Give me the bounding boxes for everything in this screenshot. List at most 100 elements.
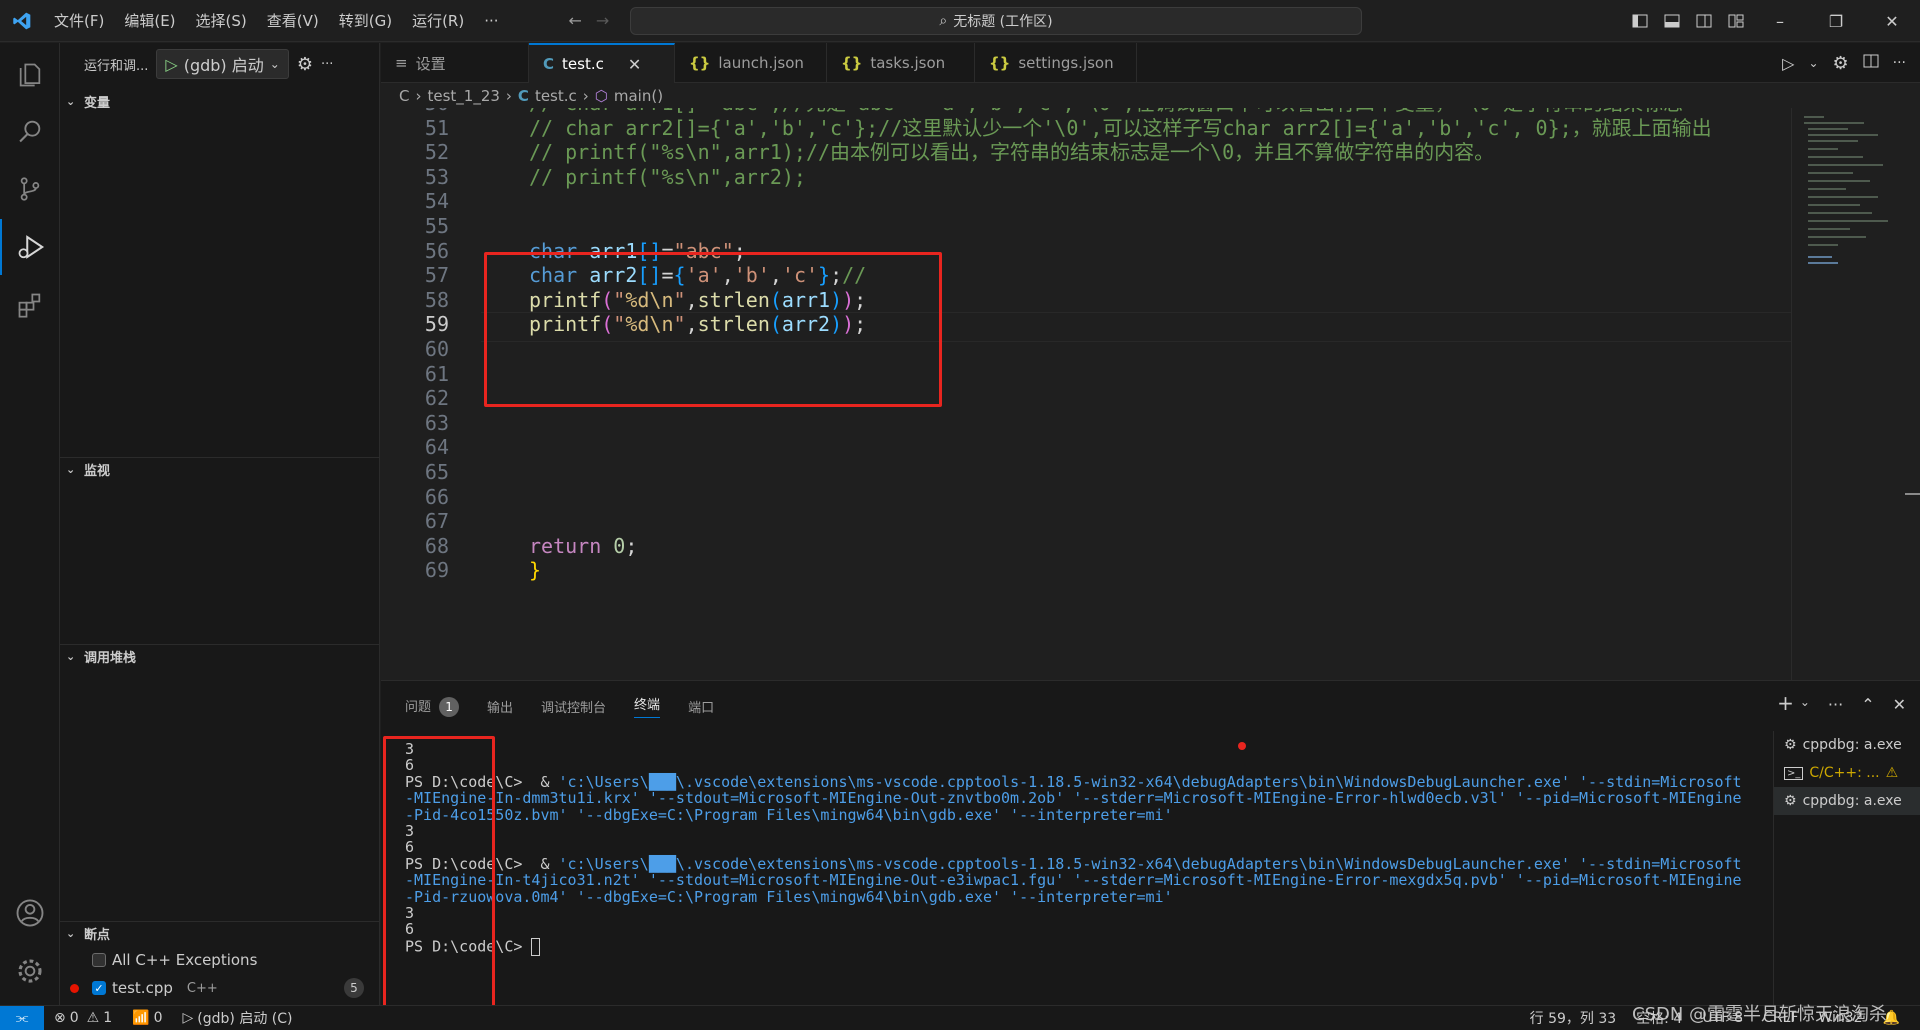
json-icon: {} [689, 54, 711, 72]
toggle-panel-icon[interactable] [1656, 14, 1688, 28]
new-terminal-plus-icon[interactable]: + [1777, 693, 1794, 714]
run-code-icon[interactable]: ▷ [1782, 54, 1794, 73]
start-debugging-button[interactable]: ▷ (gdb) 启动 ⌄ [156, 49, 289, 79]
menu-item[interactable]: 转到(G) [329, 0, 402, 42]
json-icon: {} [841, 54, 863, 72]
c-file-icon: C [517, 87, 529, 105]
c-file-icon: C [543, 55, 555, 73]
search-icon: ⌕ [939, 13, 948, 29]
cursor-position[interactable]: 行 59，列 33 [1520, 1008, 1627, 1028]
tab-settings-json[interactable]: {} settings.json [975, 43, 1137, 83]
more-actions-icon[interactable]: ··· [1893, 55, 1906, 71]
close-icon[interactable]: ✕ [1864, 12, 1920, 31]
breakpoint-all-cpp-exceptions[interactable]: All C++ Exceptions [60, 948, 380, 972]
more-actions-icon[interactable]: ··· [1828, 695, 1843, 714]
gear-icon[interactable]: ⚙ [1833, 53, 1849, 74]
maximize-panel-chevron-up-icon[interactable]: ⌃ [1861, 695, 1874, 714]
terminal-line: -MIEngine-In-dmm3tu1i.krx' '--stdout=Mic… [405, 790, 1775, 806]
code-text: } [529, 555, 541, 585]
menu-item[interactable]: 选择(S) [186, 0, 257, 42]
warning-icon: ⚠ [86, 1010, 100, 1026]
settings-lines-icon: ≡ [395, 54, 408, 72]
source-control-icon[interactable] [0, 161, 60, 217]
editor-scrollbar[interactable] [1901, 108, 1920, 680]
editor-tabs: ≡ 设置 C test.c ✕ {} launch.json {} tasks.… [381, 43, 1920, 83]
customize-layout-icon[interactable] [1720, 14, 1752, 28]
variables-section-header[interactable]: ⌄ 变量 [60, 89, 380, 113]
back-arrow-icon[interactable]: ← [569, 11, 582, 30]
extensions-icon[interactable] [0, 277, 60, 333]
chevron-right-icon: › [582, 87, 589, 105]
breakpoint-checkbox[interactable] [92, 953, 106, 967]
terminal-list-item[interactable]: ⚙ cppdbg: a.exe [1774, 731, 1920, 759]
chevron-down-icon[interactable]: ⌄ [1808, 56, 1818, 70]
breakpoint-count-badge: 5 [344, 978, 364, 998]
search-icon[interactable] [0, 103, 60, 159]
toggle-primary-sidebar-icon[interactable] [1624, 14, 1656, 28]
minimap[interactable] [1791, 108, 1901, 680]
tab-debug-console[interactable]: 调试控制台 [541, 697, 606, 716]
terminal-line: 6 [405, 839, 1775, 855]
terminal-list-item[interactable]: >_ C/C++: ... ⚠ [1774, 759, 1920, 787]
code-token: // char arr2[]={'a','b','c'};//这里默认少一个'\… [529, 115, 1712, 140]
account-icon[interactable] [0, 885, 60, 941]
close-panel-icon[interactable]: ✕ [1893, 695, 1906, 714]
terminal-command: 'c:\Users\███\.vscode\extensions\ms-vsco… [558, 772, 1742, 791]
menu-item[interactable]: 文件(F) [44, 0, 114, 42]
close-tab-icon[interactable]: ✕ [628, 55, 641, 74]
terminal-line: 6 [405, 921, 1775, 937]
terminal-list: ⚙ cppdbg: a.exe >_ C/C++: ... ⚠ ⚙ cppdbg… [1773, 731, 1920, 1006]
menu-item[interactable]: 查看(V) [257, 0, 329, 42]
restore-icon[interactable]: ❐ [1808, 12, 1864, 31]
breadcrumb-folder[interactable]: test_1_23 [427, 87, 499, 105]
breadcrumb-symbol[interactable]: main() [614, 87, 663, 105]
terminal-list-item-selected[interactable]: ⚙ cppdbg: a.exe [1774, 787, 1920, 815]
tab-settings[interactable]: ≡ 设置 [381, 43, 529, 83]
run-view-title: 运行和调... [84, 58, 149, 74]
tab-ports[interactable]: 端口 [688, 697, 714, 716]
breadcrumb-file[interactable]: test.c [535, 87, 577, 105]
minimize-icon[interactable]: – [1752, 12, 1808, 31]
forward-arrow-icon[interactable]: → [596, 11, 609, 30]
editor-actions: ▷ ⌄ ⚙ ··· [1782, 43, 1920, 83]
manage-gear-icon[interactable] [0, 943, 60, 999]
breadcrumb-root[interactable]: C [399, 87, 409, 105]
breakpoint-test-cpp[interactable]: ✓ test.cpp C++ 5 [60, 976, 380, 1000]
tab-launch-json[interactable]: {} launch.json [675, 43, 827, 83]
tab-problems[interactable]: 问题 1 [405, 696, 460, 717]
callstack-section-header[interactable]: ⌄ 调用堆栈 [60, 644, 380, 668]
breakpoint-checkbox[interactable]: ✓ [92, 981, 106, 995]
problems-status[interactable]: ⊗ 0 ⚠ 1 [44, 1010, 122, 1026]
annotation-box-terminal [383, 736, 495, 1009]
command-center-search[interactable]: ⌕ 无标题 (工作区) [630, 7, 1362, 35]
more-actions-icon[interactable]: ··· [321, 57, 333, 72]
tab-output[interactable]: 输出 [487, 697, 513, 716]
tab-terminal[interactable]: 终端 [634, 694, 661, 718]
ports-status[interactable]: 📶 0 [122, 1010, 172, 1026]
chevron-down-icon: ⌄ [66, 94, 76, 108]
tab-test-c[interactable]: C test.c ✕ [529, 43, 675, 83]
terminal-line: PS D:\code\C> & 'c:\Users\███\.vscode\ex… [405, 774, 1775, 790]
breakpoints-section-header[interactable]: ⌄ 断点 [60, 921, 380, 945]
remote-indicator-icon[interactable]: ⫘ [0, 1005, 44, 1030]
run-and-debug-icon[interactable] [0, 219, 60, 275]
debug-config-status[interactable]: ▷ (gdb) 启动 (C) [173, 1008, 303, 1028]
tab-tasks-json[interactable]: {} tasks.json [827, 43, 975, 83]
terminal-output[interactable]: 3 6 PS D:\code\C> & 'c:\Users\███\.vscode\… [405, 741, 1775, 1003]
code-token: // printf("%s\n",arr2); [529, 164, 806, 189]
chevron-down-icon[interactable]: ⌄ [1800, 695, 1810, 714]
split-editor-icon[interactable] [1863, 54, 1879, 72]
watch-section-header[interactable]: ⌄ 监视 [60, 457, 380, 481]
terminal-line: 3 [405, 823, 1775, 839]
open-launch-json-gear-icon[interactable]: ⚙ [297, 54, 313, 75]
annotation-box-code [484, 252, 942, 407]
launch-config-select[interactable]: (gdb) 启动 [184, 52, 264, 76]
terminal-command: 'c:\Users\███\.vscode\extensions\ms-vsco… [558, 854, 1742, 873]
menu-item[interactable]: ··· [474, 0, 508, 42]
menu-item[interactable]: 运行(R) [402, 0, 474, 42]
menu-item[interactable]: 编辑(E) [114, 0, 185, 42]
explorer-icon[interactable] [0, 47, 60, 103]
code-line[interactable]: 69} [381, 555, 1791, 585]
toggle-secondary-sidebar-icon[interactable] [1688, 14, 1720, 28]
